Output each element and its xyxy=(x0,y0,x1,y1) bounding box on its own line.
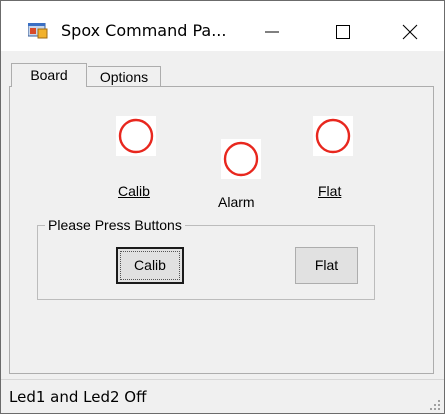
app-window-icon[interactable] xyxy=(27,22,48,39)
led-label-alarm: Alarm xyxy=(218,194,255,210)
tab-options[interactable]: Options xyxy=(88,66,161,87)
calib-button[interactable]: Calib xyxy=(116,247,184,284)
close-icon xyxy=(402,24,418,40)
maximize-button[interactable] xyxy=(319,13,365,47)
led-flat xyxy=(313,116,353,156)
title-bar[interactable]: Spox Command Pa... xyxy=(1,1,444,51)
minimize-button[interactable] xyxy=(249,13,295,47)
led-circle-icon xyxy=(223,141,259,177)
led-label-calib[interactable]: Calib xyxy=(118,183,150,199)
led-label-flat[interactable]: Flat xyxy=(318,183,341,199)
led-circle-icon xyxy=(315,118,351,154)
led-alarm xyxy=(221,139,261,179)
maximize-icon xyxy=(336,25,350,39)
main-window: Spox Command Pa... Options Board Calib A… xyxy=(0,0,445,414)
minimize-icon xyxy=(265,31,279,33)
led-circle-icon xyxy=(118,118,154,154)
led-calib xyxy=(116,116,156,156)
group-box-title: Please Press Buttons xyxy=(45,217,185,233)
flat-button-label: Flat xyxy=(314,257,339,273)
resize-grip-icon[interactable] xyxy=(429,398,441,410)
focus-rectangle xyxy=(120,251,180,280)
flat-button[interactable]: Flat xyxy=(295,247,358,284)
tab-board[interactable]: Board xyxy=(11,63,87,87)
status-text: Led1 and Led2 Off xyxy=(9,388,147,406)
close-button[interactable] xyxy=(386,13,432,47)
window-title: Spox Command Pa... xyxy=(61,21,227,40)
client-area: Options Board Calib Alarm Flat Please Pr… xyxy=(1,51,444,379)
status-bar: Led1 and Led2 Off xyxy=(1,379,444,413)
